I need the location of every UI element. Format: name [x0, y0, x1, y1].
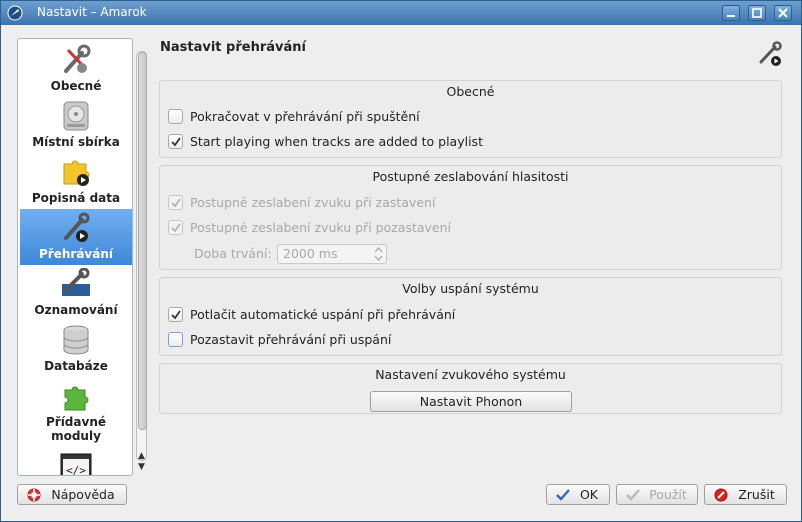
checkmark-icon	[171, 137, 181, 147]
checkbox-label: Pozastavit přehrávání při uspání	[190, 332, 392, 347]
amarok-logo-icon	[7, 5, 23, 21]
sidebar-item-metadata[interactable]: Popisná data	[20, 153, 132, 209]
checkbox-label: Postupné zeslabení zvuku při zastavení	[190, 195, 436, 210]
minimize-icon	[727, 15, 735, 17]
sidebar-item-label: Přídavné moduly	[45, 415, 107, 443]
group-title: Nastavení zvukového systému	[375, 367, 566, 382]
fade-group: Postupné zeslabování hlasitosti Postupné…	[159, 165, 782, 270]
checkbox-label: Postupné zeslabení zvuku při pozastavení	[190, 220, 451, 235]
cancel-icon	[714, 488, 728, 502]
notification-tools-icon	[62, 268, 90, 296]
checkbox-label: Pokračovat v přehrávání při spuštění	[190, 109, 420, 124]
checkbox-checked[interactable]	[168, 307, 183, 322]
settings-window: Nastavit – Amarok Obecné Místní sbírka P…	[0, 0, 802, 522]
hard-drive-icon	[63, 101, 89, 131]
puzzle-play-icon	[63, 160, 90, 186]
sidebar-item-label: Oznamování	[34, 303, 118, 317]
checkbox-unchecked[interactable]	[168, 332, 183, 347]
ok-button-label: OK	[579, 487, 599, 502]
checkmark-icon	[626, 489, 640, 501]
spinbox-value: 2000 ms	[283, 246, 338, 261]
page-title: Nastavit přehrávání	[160, 40, 306, 55]
playback-tools-icon	[64, 212, 90, 242]
sidebar-item-label: Přehrávání	[39, 247, 113, 261]
help-button[interactable]: Nápověda	[17, 484, 127, 505]
general-group: Obecné Pokračovat v přehrávání při spušt…	[159, 80, 782, 158]
svg-text:</>: </>	[66, 464, 86, 476]
plugin-puzzle-icon	[64, 386, 89, 411]
checkbox-checked[interactable]	[168, 220, 183, 235]
checkmark-icon	[171, 223, 181, 233]
help-lifebuoy-icon	[27, 488, 41, 502]
checkbox-label: Start playing when tracks are added to p…	[190, 134, 483, 149]
checkbox-label: Potlačit automatické uspání při přehrává…	[190, 307, 456, 322]
scrollbar-thumb[interactable]	[138, 52, 147, 430]
sidebar-item-notifications[interactable]: Oznamování	[20, 265, 132, 321]
script-code-icon: </>	[60, 453, 92, 476]
group-title: Postupné zeslabování hlasitosti	[372, 169, 569, 184]
sidebar-item-label: Popisná data	[31, 191, 121, 205]
checkbox-unchecked[interactable]	[168, 109, 183, 124]
sidebar-item-plugins[interactable]: Přídavné moduly	[20, 377, 132, 445]
sidebar-item-label: Databáze	[44, 359, 108, 373]
close-icon	[778, 8, 788, 18]
sidebar-item-local-collection[interactable]: Místní sbírka	[20, 97, 132, 153]
scroll-up-arrow-icon[interactable]: ▲	[136, 451, 147, 461]
sidebar-item-label: Místní sbírka	[32, 135, 120, 149]
close-window-button[interactable]	[774, 5, 792, 21]
ok-button[interactable]: OK	[546, 484, 610, 505]
checkbox-checked[interactable]	[168, 195, 183, 210]
window-title: Nastavit – Amarok	[37, 5, 147, 19]
configure-phonon-button[interactable]: Nastavit Phonon	[370, 391, 572, 412]
wrench-screwdriver-icon	[64, 44, 91, 73]
checkmark-icon	[171, 310, 181, 320]
sleep-group: Volby uspání systému Potlačit automatick…	[159, 277, 782, 356]
scroll-down-arrow-icon[interactable]: ▼	[136, 462, 147, 472]
sidebar-item-label: Obecné	[50, 79, 102, 93]
maximize-button[interactable]	[748, 5, 766, 21]
apply-button[interactable]: Použít	[616, 484, 698, 505]
title-bar[interactable]: Nastavit – Amarok	[1, 1, 801, 25]
maximize-icon	[752, 8, 762, 18]
group-title: Obecné	[446, 84, 495, 99]
group-title: Volby uspání systému	[402, 281, 539, 296]
cancel-button[interactable]: Zrušit	[704, 484, 787, 505]
category-sidebar[interactable]: Obecné Místní sbírka Popisná data Přehrá…	[17, 38, 133, 476]
fade-duration-spinbox[interactable]: 2000 ms	[277, 244, 387, 264]
sidebar-item-playback[interactable]: Přehrávání	[20, 209, 132, 265]
sidebar-item-scripts[interactable]: </>	[20, 447, 132, 476]
checkmark-icon	[171, 198, 181, 208]
scrollbar-track[interactable]	[136, 51, 147, 461]
sidebar-item-database[interactable]: Databáze	[20, 321, 132, 377]
playback-settings-icon	[759, 41, 782, 66]
checkbox-checked[interactable]	[168, 134, 183, 149]
sidebar-item-general[interactable]: Obecné	[20, 41, 132, 97]
minimize-button[interactable]	[722, 5, 740, 21]
help-button-label: Nápověda	[51, 487, 115, 502]
sidebar-scrollbar[interactable]: ▲ ▼	[135, 41, 148, 473]
checkmark-icon	[556, 489, 570, 501]
cancel-button-label: Zrušit	[738, 487, 775, 502]
fade-duration-label: Doba trvání:	[194, 246, 272, 261]
apply-button-label: Použít	[649, 487, 687, 502]
spin-arrows-icon[interactable]	[374, 247, 383, 261]
database-icon	[63, 325, 89, 355]
